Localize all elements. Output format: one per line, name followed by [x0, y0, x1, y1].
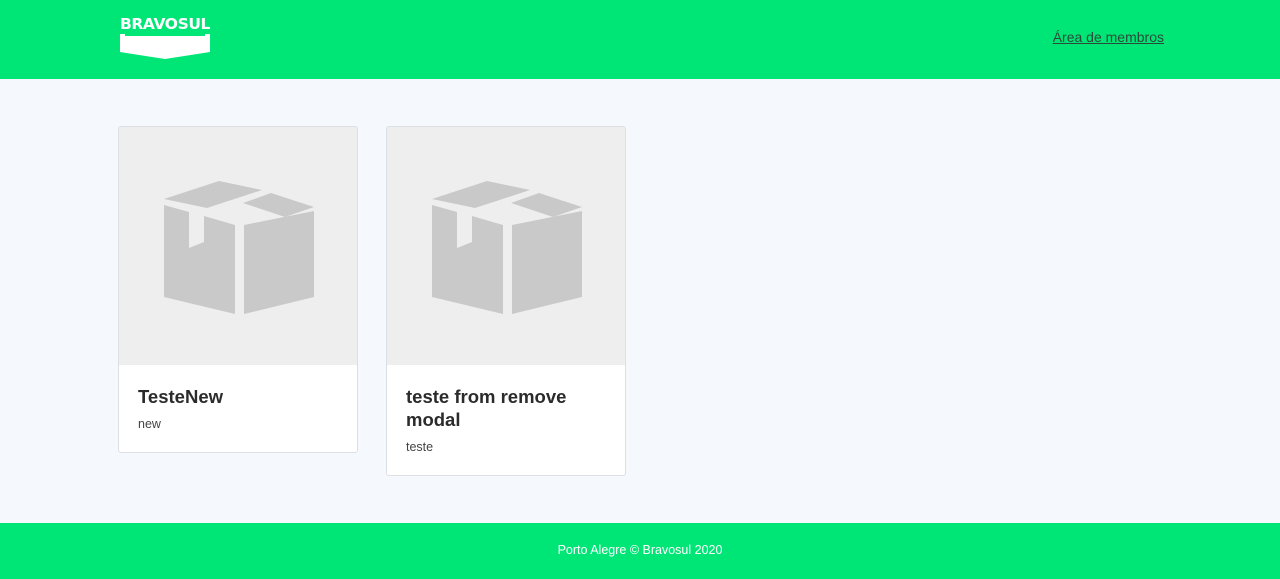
- logo-banner-icon: [120, 34, 210, 59]
- bravosul-logo[interactable]: BRAVOSUL: [117, 15, 213, 61]
- product-description: teste: [406, 440, 434, 454]
- product-title[interactable]: TesteNew: [138, 385, 338, 408]
- site-footer: Porto Alegre © Bravosul 2020: [0, 523, 1280, 579]
- card-body: TesteNew new: [119, 365, 357, 452]
- card-body: teste from remove modal teste: [387, 365, 625, 475]
- product-description: new: [138, 417, 161, 431]
- package-box-icon: [164, 181, 314, 314]
- footer-copyright: Porto Alegre © Bravosul 2020: [557, 543, 723, 557]
- product-card[interactable]: TesteNew new: [118, 126, 358, 453]
- package-box-icon: [432, 181, 582, 314]
- product-image: [119, 127, 357, 365]
- site-header: BRAVOSUL Área de membros: [0, 0, 1280, 79]
- product-title[interactable]: teste from remove modal: [406, 385, 606, 431]
- members-area-link[interactable]: Área de membros: [1053, 29, 1164, 45]
- product-card[interactable]: teste from remove modal teste: [386, 126, 626, 476]
- logo-text: BRAVOSUL: [119, 15, 211, 33]
- product-image: [387, 127, 625, 365]
